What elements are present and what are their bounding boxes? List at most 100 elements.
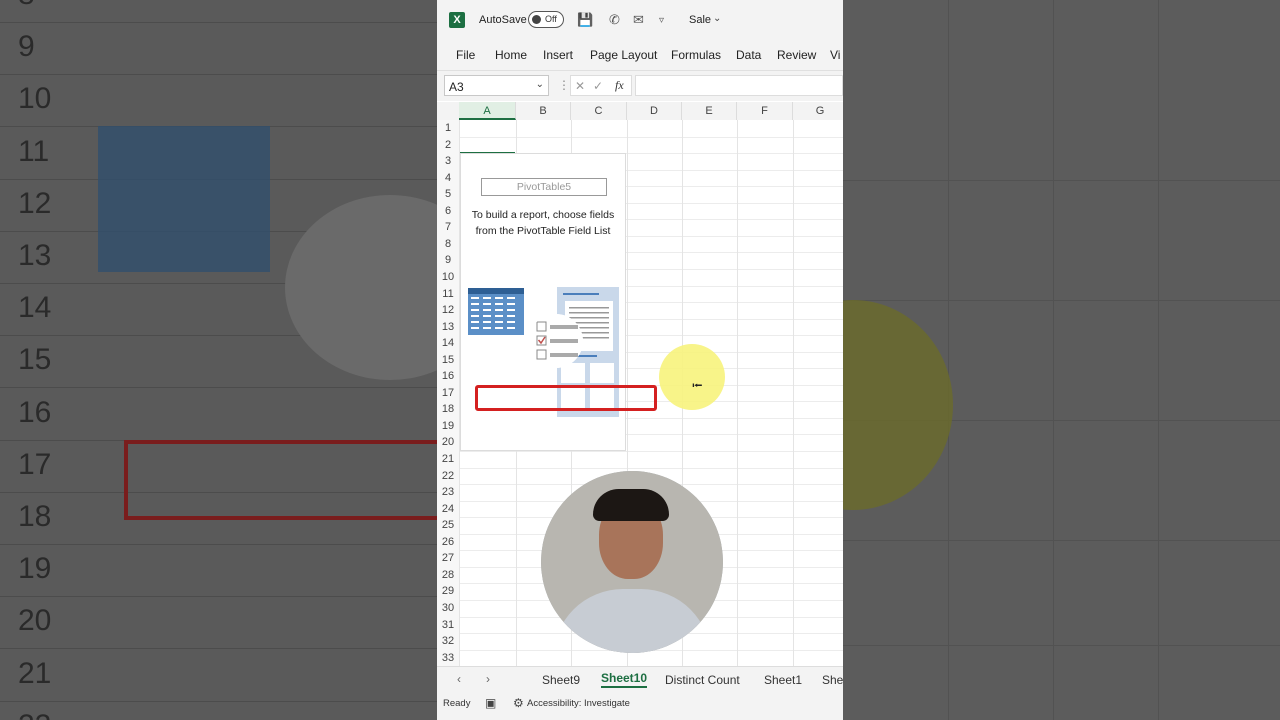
column-header-d[interactable]: D — [627, 102, 682, 120]
background-row-number: 15 — [18, 343, 52, 377]
row-header[interactable]: 20 — [437, 434, 459, 452]
qat-dropdown-icon[interactable]: ▿ — [659, 15, 664, 26]
insert-function-icon[interactable]: fx — [615, 78, 624, 93]
row-header[interactable]: 16 — [437, 368, 459, 385]
formula-input[interactable] — [635, 75, 843, 96]
macro-record-icon[interactable]: ▣ — [485, 696, 496, 710]
accessibility-status[interactable]: Accessibility: Investigate — [527, 698, 630, 709]
autosave-toggle[interactable]: Off — [528, 11, 564, 28]
column-header-g[interactable]: G — [793, 102, 843, 120]
row-header[interactable]: 2 — [437, 136, 459, 154]
row-header[interactable]: 11 — [437, 285, 459, 303]
name-box[interactable]: A3 ⌄ — [444, 75, 549, 96]
row-header[interactable]: 14 — [437, 335, 459, 352]
excel-logo-icon: X — [449, 12, 465, 28]
row-header[interactable]: 28 — [437, 566, 459, 584]
formula-bar: A3 ⌄ ⋮ ✕ ✓ fx — [437, 71, 843, 101]
background-row-number: 16 — [18, 395, 52, 429]
formula-bar-buttons: ✕ ✓ fx — [570, 75, 632, 96]
file-name[interactable]: Sale — [689, 14, 711, 26]
select-all-corner[interactable] — [437, 102, 459, 120]
row-header[interactable]: 22 — [437, 467, 459, 485]
row-header[interactable]: 10 — [437, 268, 459, 286]
red-annotation-box — [475, 385, 657, 411]
title-bar: X AutoSave Off 💾 ✆ ✉ ▿ Sale ⌄ — [437, 0, 843, 40]
worksheet-grid[interactable]: A B C D E F G 1 2 3 4 5 6 7 8 9 10 11 12 13 14 15 16 17 1… — [437, 102, 843, 666]
background-row-number: 14 — [18, 291, 52, 325]
row-header[interactable]: 26 — [437, 533, 459, 551]
check-icon[interactable]: ✓ — [593, 79, 603, 93]
background-row-number: 9 — [18, 30, 35, 64]
background-cursor-highlight — [843, 300, 953, 510]
toggle-knob — [532, 15, 541, 24]
chevron-down-icon[interactable]: ⌄ — [536, 79, 544, 90]
row-header[interactable]: 23 — [437, 484, 459, 501]
pivot-instructions-line2: from the PivotTable Field List — [475, 225, 611, 237]
mail-icon[interactable]: ✉ — [633, 12, 644, 28]
sheet-tab-distinct-count[interactable]: Distinct Count — [665, 673, 740, 687]
presenter-webcam-avatar — [541, 471, 723, 653]
background-table-illustration — [98, 126, 270, 272]
row-header[interactable]: 17 — [437, 384, 459, 402]
background-row-number: 20 — [18, 604, 52, 638]
column-header-e[interactable]: E — [682, 102, 737, 120]
row-header[interactable]: 25 — [437, 517, 459, 534]
formula-bar-separator: ⋮ — [558, 78, 570, 92]
row-header[interactable]: 32 — [437, 633, 459, 650]
row-header[interactable]: 7 — [437, 219, 459, 236]
tab-view[interactable]: Vi — [830, 48, 840, 62]
column-header-f[interactable]: F — [737, 102, 793, 120]
row-header[interactable]: 6 — [437, 202, 459, 220]
background-left-zoom: 8 9 10 11 12 13 14 15 16 17 18 19 20 21 22 — [0, 0, 437, 720]
row-header[interactable]: 15 — [437, 351, 459, 369]
sheet-tab-sheet9[interactable]: Sheet9 — [542, 673, 580, 687]
accessibility-icon[interactable]: ⚙ — [513, 696, 524, 710]
cancel-icon[interactable]: ✕ — [575, 79, 585, 93]
column-header-b[interactable]: B — [516, 102, 571, 120]
background-row-number: 13 — [18, 239, 52, 272]
sheet-tab-sheet10[interactable]: Sheet10 — [601, 671, 648, 688]
tab-review[interactable]: Review — [777, 48, 816, 62]
row-header[interactable]: 29 — [437, 583, 459, 600]
pivot-instructions-line1: To build a report, choose fields — [471, 209, 615, 221]
row-header[interactable]: 5 — [437, 186, 459, 203]
prev-sheet-icon[interactable]: ‹ — [457, 672, 461, 686]
sheet-tab-truncated[interactable]: She — [822, 673, 843, 687]
row-header[interactable]: 21 — [437, 451, 459, 468]
row-header[interactable]: 33 — [437, 649, 459, 666]
row-header[interactable]: 1 — [437, 120, 459, 137]
row-header[interactable]: 3 — [437, 153, 459, 170]
row-header[interactable]: 24 — [437, 500, 459, 518]
tab-formulas[interactable]: Formulas — [671, 48, 721, 62]
call-icon[interactable]: ✆ — [609, 12, 620, 28]
tab-home[interactable]: Home — [495, 48, 527, 62]
chevron-down-icon[interactable]: ⌄ — [713, 13, 721, 24]
pivot-instructions: To build a report, choose fields from th… — [461, 207, 625, 239]
pivot-table-name: PivotTable5 — [481, 178, 607, 196]
row-header[interactable]: 12 — [437, 302, 459, 319]
autosave-state: Off — [545, 14, 557, 24]
row-header[interactable]: 4 — [437, 169, 459, 187]
row-header[interactable]: 9 — [437, 252, 459, 269]
row-header[interactable]: 18 — [437, 401, 459, 418]
gridline-column — [737, 120, 738, 666]
table-illustration-icon — [468, 288, 524, 335]
background-right-zoom — [843, 0, 1280, 720]
row-header[interactable]: 19 — [437, 417, 459, 435]
next-sheet-icon[interactable]: › — [486, 672, 490, 686]
row-header[interactable]: 13 — [437, 318, 459, 336]
column-header-a[interactable]: A — [459, 102, 516, 120]
sheet-tab-sheet1[interactable]: Sheet1 — [764, 673, 802, 687]
column-header-c[interactable]: C — [571, 102, 627, 120]
tab-data[interactable]: Data — [736, 48, 761, 62]
row-header[interactable]: 30 — [437, 599, 459, 617]
background-red-annotation — [124, 440, 437, 520]
row-header[interactable]: 31 — [437, 616, 459, 634]
row-header[interactable]: 8 — [437, 235, 459, 253]
tab-file[interactable]: File — [456, 48, 475, 62]
tab-insert[interactable]: Insert — [543, 48, 573, 62]
row-header[interactable]: 27 — [437, 550, 459, 567]
background-row-number: 8 — [18, 0, 35, 12]
save-icon[interactable]: 💾 — [577, 12, 593, 28]
tab-page-layout[interactable]: Page Layout — [590, 48, 657, 62]
